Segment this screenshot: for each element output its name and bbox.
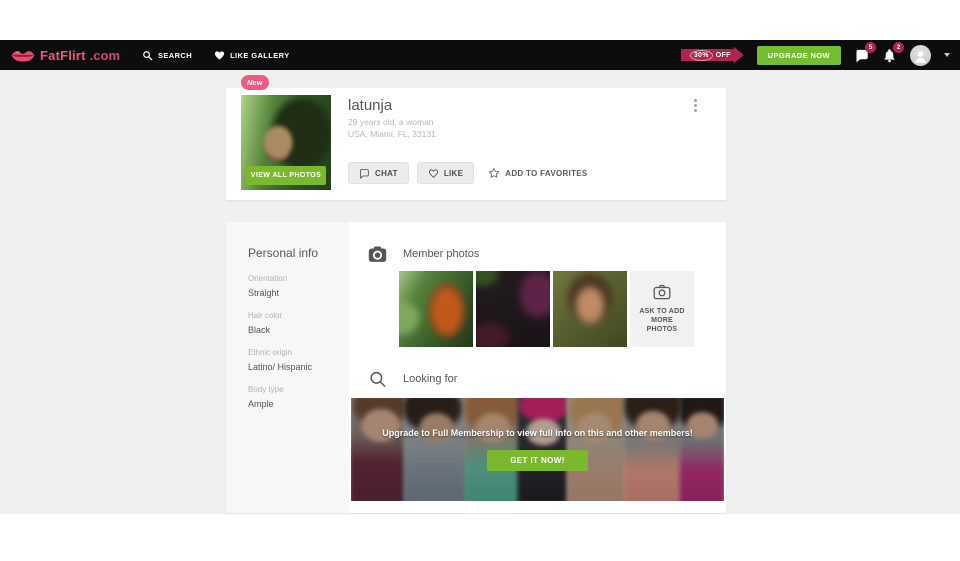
topbar-right-cluster: 30% OFF UPGRADE NOW 5 2 [681, 45, 950, 66]
looking-for-title: Looking for [403, 373, 457, 385]
info-field-hair-color: Hair color Black [248, 311, 339, 335]
member-photos-title: Member photos [403, 248, 479, 260]
heart-outline-icon [428, 168, 439, 179]
chat-button[interactable]: CHAT [348, 162, 409, 184]
member-photo-blurred[interactable] [399, 271, 473, 347]
camera-outline-icon [653, 284, 671, 300]
top-navigation-bar: FatFlirt .com SEARCH LIKE GALLERY 30% OFF… [0, 40, 960, 70]
profile-actions: CHAT LIKE ADD TO FAVORITES [348, 162, 588, 184]
info-value: Latino/ Hispanic [248, 362, 339, 372]
notifications-count-badge: 2 [893, 42, 904, 53]
banner-message: Upgrade to Full Membership to view full … [351, 428, 724, 438]
discount-value: 30% [690, 50, 713, 61]
nav-search[interactable]: SEARCH [142, 50, 192, 61]
looking-for-heading: Looking for [368, 370, 457, 388]
info-label: Orientation [248, 274, 339, 283]
heart-icon [214, 50, 225, 61]
discount-badge[interactable]: 30% OFF [681, 47, 744, 64]
user-avatar[interactable] [910, 45, 931, 66]
member-photo-blurred[interactable] [476, 271, 550, 347]
profile-details-main: Member photos ASK TO ADD MORE PHOTOS [349, 222, 726, 513]
like-button-label: LIKE [444, 169, 463, 178]
camera-filled-icon [368, 245, 387, 263]
ask-add-more-photos-button[interactable]: ASK TO ADD MORE PHOTOS [630, 271, 694, 347]
blurred-photo-image [399, 271, 473, 347]
info-label: Ethnic origin [248, 348, 339, 357]
ask-add-more-photos-label: ASK TO ADD MORE PHOTOS [635, 307, 689, 334]
profile-details-card: Personal info Orientation Straight Hair … [226, 222, 726, 513]
discount-suffix: OFF [716, 52, 731, 59]
logo-tld: .com [90, 48, 120, 63]
add-to-favorites-link[interactable]: ADD TO FAVORITES [488, 167, 587, 179]
info-value: Straight [248, 288, 339, 298]
logo-name: FatFlirt [40, 48, 86, 63]
upgrade-banner[interactable]: Upgrade to Full Membership to view full … [351, 398, 724, 501]
info-field-ethnic-origin: Ethnic origin Latino/ Hispanic [248, 348, 339, 372]
profile-photo[interactable]: VIEW ALL PHOTOS [241, 95, 331, 190]
blurred-photo-image [476, 271, 550, 347]
nav-like-gallery-label: LIKE GALLERY [230, 51, 290, 60]
nav-like-gallery[interactable]: LIKE GALLERY [214, 50, 290, 61]
profile-age-line: 29 years old, a woman [348, 117, 434, 127]
info-field-orientation: Orientation Straight [248, 274, 339, 298]
magnifier-outline-icon [368, 370, 387, 388]
favorites-link-label: ADD TO FAVORITES [505, 169, 587, 178]
profile-location-line: USA, Miami, FL, 33131 [348, 129, 436, 139]
profile-summary-card: New VIEW ALL PHOTOS latunja 29 years old… [226, 88, 726, 200]
chat-bubble-outline-icon [359, 168, 370, 179]
view-all-photos-button[interactable]: VIEW ALL PHOTOS [246, 166, 326, 185]
messages-button[interactable]: 5 [854, 48, 869, 63]
member-photos-heading: Member photos [368, 245, 479, 263]
profile-name: latunja [348, 97, 392, 114]
new-member-badge: New [241, 75, 269, 90]
info-value: Ample [248, 399, 339, 409]
person-silhouette-icon [913, 49, 928, 64]
messages-count-badge: 5 [865, 42, 876, 53]
info-label: Hair color [248, 311, 339, 320]
chat-button-label: CHAT [375, 169, 398, 178]
member-photos-row: ASK TO ADD MORE PHOTOS [399, 271, 694, 347]
personal-info-sidebar: Personal info Orientation Straight Hair … [226, 222, 349, 513]
info-value: Black [248, 325, 339, 335]
page-body: New VIEW ALL PHOTOS latunja 29 years old… [0, 70, 960, 514]
page: FatFlirt .com SEARCH LIKE GALLERY 30% OFF… [0, 0, 960, 561]
search-icon [142, 50, 153, 61]
info-label: Body type [248, 385, 339, 394]
get-it-now-button[interactable]: GET IT NOW! [487, 450, 588, 471]
blurred-photo-image [553, 271, 627, 347]
nav-search-label: SEARCH [158, 51, 192, 60]
like-button[interactable]: LIKE [417, 162, 474, 184]
personal-info-title: Personal info [248, 246, 339, 260]
info-field-body-type: Body type Ample [248, 385, 339, 409]
notifications-button[interactable]: 2 [882, 48, 897, 63]
account-menu-caret-icon[interactable] [944, 53, 950, 57]
lips-icon [10, 47, 36, 64]
member-photo-blurred[interactable] [553, 271, 627, 347]
star-outline-icon [488, 167, 500, 179]
site-logo[interactable]: FatFlirt .com [10, 47, 120, 64]
profile-options-menu-icon[interactable] [689, 99, 701, 115]
upgrade-now-button[interactable]: UPGRADE NOW [757, 46, 841, 65]
